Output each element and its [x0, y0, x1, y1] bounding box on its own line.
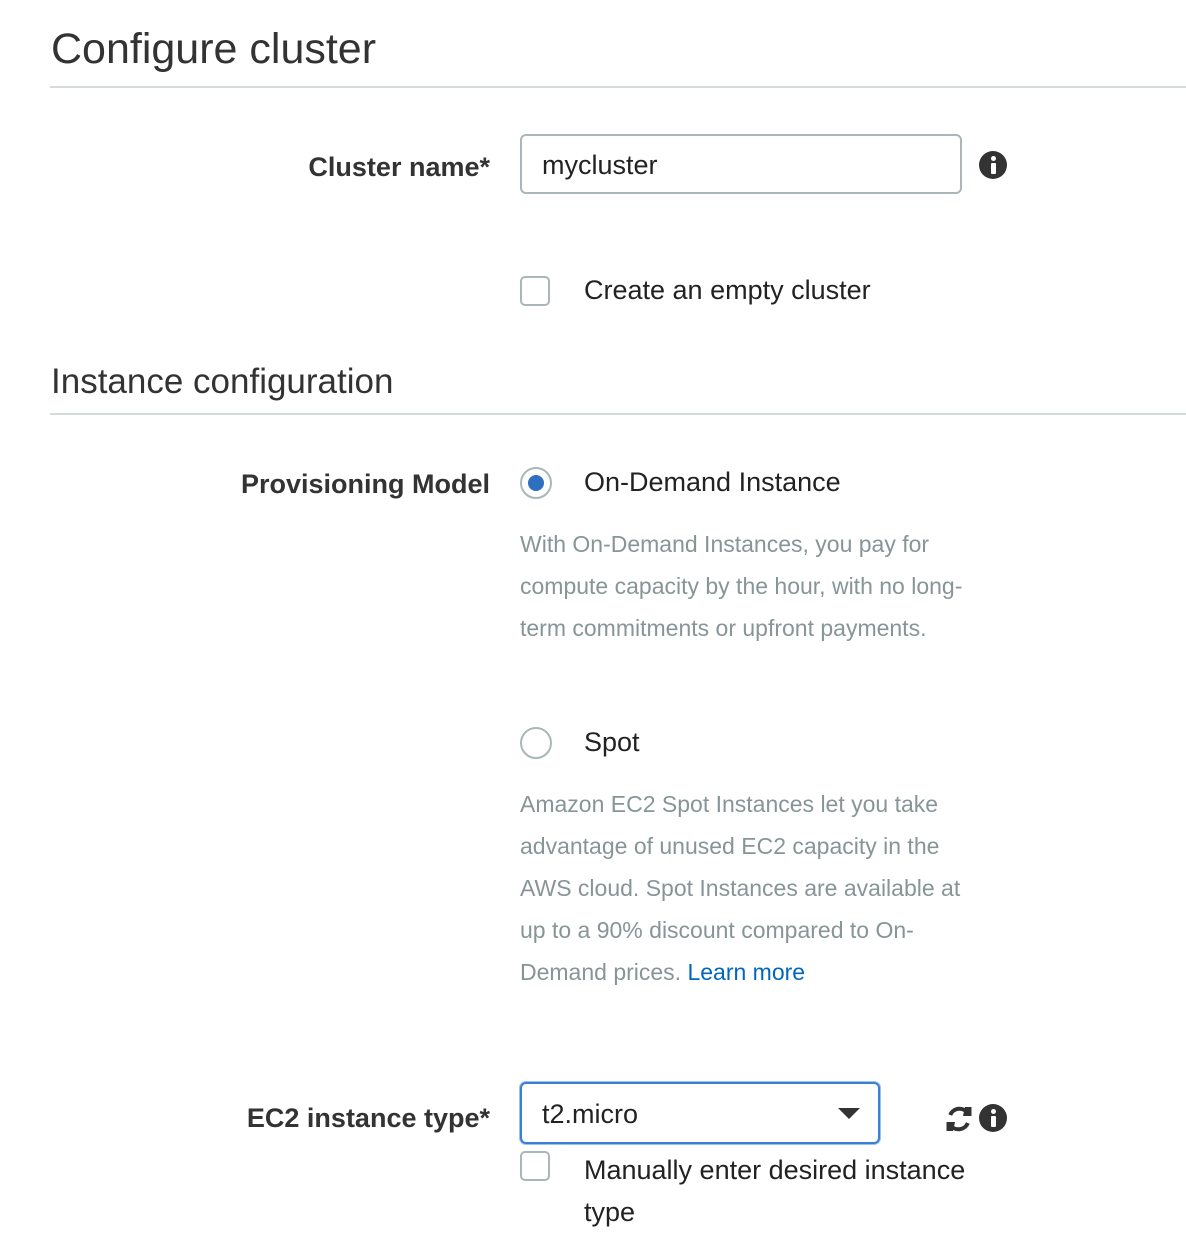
- instance-type-value: t2.micro: [542, 1099, 639, 1129]
- section-title-instance-configuration: Instance configuration: [51, 362, 394, 401]
- spot-description: Amazon EC2 Spot Instances let you take a…: [520, 783, 980, 993]
- info-icon[interactable]: [979, 1104, 1007, 1132]
- instance-type-select[interactable]: t2.micro: [520, 1082, 880, 1144]
- empty-cluster-checkbox[interactable]: [520, 276, 550, 306]
- spot-description-text: Amazon EC2 Spot Instances let you take a…: [520, 791, 961, 985]
- cluster-name-label: Cluster name*: [308, 152, 490, 182]
- on-demand-radio[interactable]: [520, 467, 552, 499]
- manual-instance-type-label: Manually enter desired instance type: [584, 1155, 966, 1227]
- cluster-name-value: mycluster: [542, 150, 658, 180]
- empty-cluster-label: Create an empty cluster: [584, 275, 871, 305]
- info-icon[interactable]: [979, 151, 1007, 179]
- chevron-down-icon: [838, 1108, 860, 1119]
- section-divider: [50, 413, 1186, 415]
- page-title: Configure cluster: [51, 25, 377, 73]
- manual-instance-type-checkbox[interactable]: [520, 1151, 550, 1181]
- spot-radio[interactable]: [520, 727, 552, 759]
- on-demand-description: With On-Demand Instances, you pay for co…: [520, 531, 963, 641]
- instance-type-label: EC2 instance type*: [246, 1103, 490, 1133]
- cluster-name-input[interactable]: mycluster: [520, 134, 962, 194]
- learn-more-link[interactable]: Learn more: [687, 959, 805, 985]
- spot-label: Spot: [584, 727, 640, 757]
- on-demand-label: On-Demand Instance: [584, 467, 841, 497]
- refresh-icon[interactable]: [944, 1104, 974, 1134]
- provisioning-model-label: Provisioning Model: [240, 469, 490, 499]
- header-divider: [50, 86, 1186, 88]
